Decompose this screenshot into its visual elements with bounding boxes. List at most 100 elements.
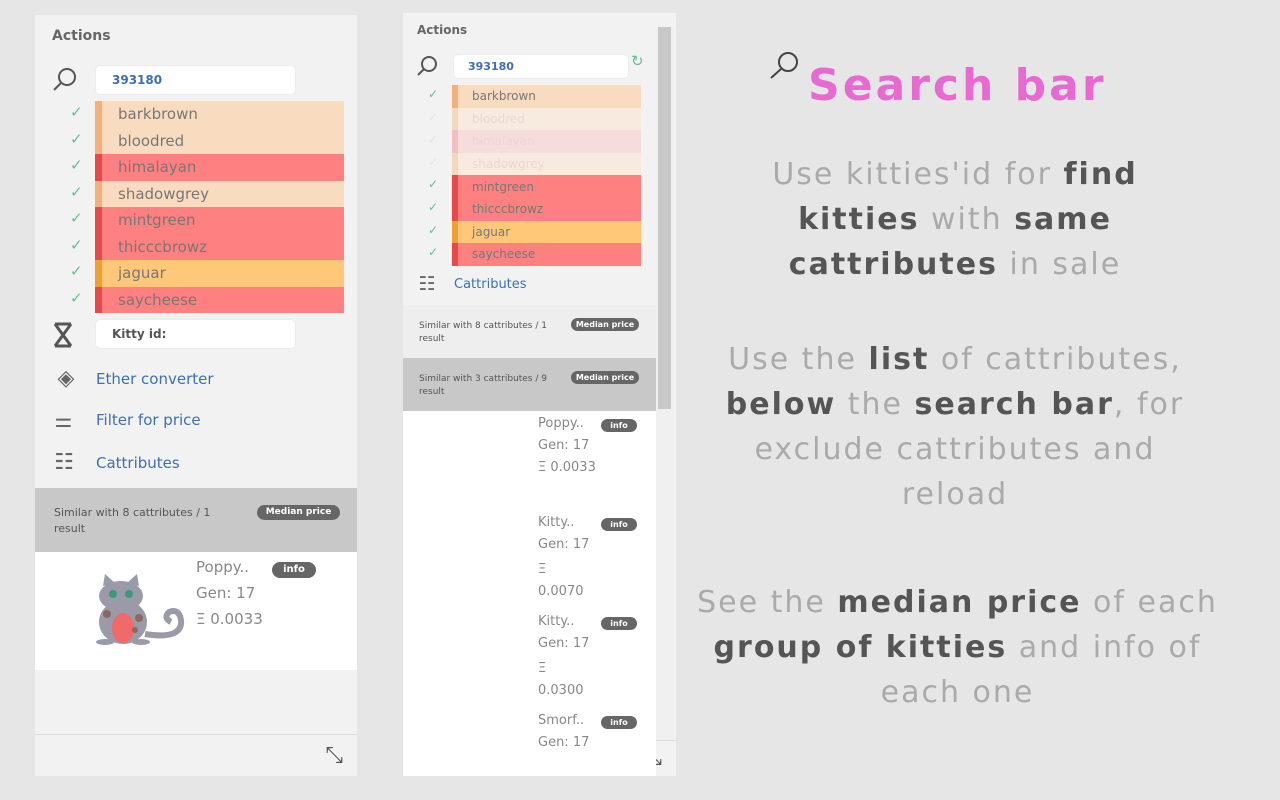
attribute-color-bar <box>95 101 102 128</box>
attribute-color-bar <box>95 207 102 234</box>
group-text: Similar with 3 cattributes / 9 result <box>419 374 547 397</box>
kitty-card[interactable]: Kitty.. Gen: 17 Ξ 0.0070 info <box>403 510 656 609</box>
similar-group[interactable]: Similar with 8 cattributes / 1 result Me… <box>35 488 357 552</box>
kitty-name: Kitty.. <box>538 614 575 629</box>
emphasis-text: search bar <box>914 387 1114 422</box>
cattributes-link[interactable]: ☷ Cattributes <box>415 273 526 295</box>
body-text: in sale <box>997 247 1122 282</box>
actions-panel-scrolled: Actions 393180 ↻ ☷Cattributes ▼ ⤡ ✓barkb… <box>403 13 676 776</box>
check-icon[interactable]: ✓ <box>70 130 83 148</box>
check-icon[interactable]: ✓ <box>428 110 438 124</box>
median-price-badge[interactable]: Median price <box>571 318 639 331</box>
attribute-item[interactable]: bloodred <box>452 107 641 131</box>
kitty-card[interactable]: Kitty.. Gen: 17 Ξ 0.0300 info <box>403 609 656 708</box>
attribute-color-bar <box>95 233 102 260</box>
attribute-label: thicccbrowz <box>118 237 207 256</box>
check-icon[interactable]: ✓ <box>70 183 83 201</box>
attribute-item[interactable]: himalayan <box>95 154 344 181</box>
info-button[interactable]: info <box>601 617 637 630</box>
attribute-item[interactable]: mintgreen <box>95 207 344 234</box>
check-icon[interactable]: ✓ <box>70 103 83 121</box>
body-text: See the <box>697 585 838 620</box>
attribute-color-bar <box>452 175 458 198</box>
check-icon[interactable]: ✓ <box>428 223 438 237</box>
panel-title: Actions <box>417 23 468 37</box>
ether-converter-label: Ether converter <box>96 369 214 388</box>
kitty-price: Ξ 0.0300 <box>538 661 584 698</box>
sliders-icon: ⚌ <box>54 408 73 432</box>
info-button[interactable]: info <box>601 716 637 729</box>
search-input[interactable]: 393180 <box>96 66 295 94</box>
median-price-badge[interactable]: Median price <box>571 371 639 384</box>
ethereum-icon: ◈ <box>57 366 75 391</box>
check-icon[interactable]: ✓ <box>428 155 438 169</box>
attribute-label: shadowgrey <box>118 184 209 203</box>
explainer-heading: Search bar <box>808 60 1107 111</box>
attribute-item[interactable]: thicccbrowz <box>95 233 344 260</box>
explainer-paragraph-2: Use the list of cattributes, below the s… <box>705 337 1205 517</box>
check-icon[interactable]: ✓ <box>428 200 438 214</box>
attribute-item[interactable]: jaguar <box>95 260 344 287</box>
info-button[interactable]: info <box>601 518 637 531</box>
attribute-label: mintgreen <box>118 211 196 230</box>
attribute-item[interactable]: barkbrown <box>95 101 344 128</box>
attribute-color-bar <box>452 85 458 108</box>
check-icon[interactable]: ✓ <box>70 209 83 227</box>
attribute-item[interactable]: saycheese <box>95 286 344 313</box>
filter-price-link[interactable]: ⚌ Filter for price <box>47 408 201 432</box>
collapse-icon[interactable]: ⤡ <box>325 743 343 768</box>
attribute-label: jaguar <box>472 224 511 239</box>
check-icon[interactable]: ✓ <box>428 132 438 146</box>
attribute-color-bar <box>95 154 102 181</box>
info-button[interactable]: info <box>272 562 316 578</box>
scrollbar-thumb[interactable] <box>658 27 671 409</box>
body-text: the <box>836 387 915 422</box>
check-icon[interactable]: ✓ <box>70 289 83 307</box>
attribute-item[interactable]: jaguar <box>452 220 641 244</box>
emphasis-text: group of kitties <box>713 630 1008 665</box>
similar-group[interactable]: Similar with 3 cattributes / 9 result Med… <box>403 358 656 411</box>
scrollbar[interactable]: ▼ <box>656 27 674 749</box>
attribute-item[interactable]: saycheese <box>452 243 641 266</box>
info-button[interactable]: info <box>601 419 637 432</box>
attribute-color-bar <box>95 260 102 287</box>
explainer-paragraph-3: See the median price of each group of ki… <box>690 580 1225 715</box>
search-icon[interactable] <box>51 67 79 93</box>
attribute-item[interactable]: barkbrown <box>452 85 641 108</box>
kitty-card[interactable]: Poppy.. Gen: 17 Ξ 0.0033 info <box>35 552 357 670</box>
emphasis-text: median price <box>837 585 1082 620</box>
kitty-id-input[interactable]: Kitty id: <box>96 320 295 348</box>
similar-group[interactable]: Similar with 8 cattributes / 1 result Med… <box>403 305 656 358</box>
attribute-item[interactable]: himalayan <box>452 130 641 153</box>
kitty-gen: Gen: 17 <box>196 584 256 602</box>
attribute-item[interactable]: bloodred <box>95 127 344 154</box>
ether-converter-link[interactable]: ◈ Ether converter <box>52 366 214 391</box>
body-text: of each <box>1081 585 1218 620</box>
refresh-icon[interactable]: ↻ <box>631 52 644 70</box>
attribute-label: himalayan <box>118 158 197 177</box>
cattributes-link[interactable]: ☷ Cattributes <box>50 450 180 475</box>
search-input[interactable]: 393180 <box>454 55 628 78</box>
check-icon[interactable]: ✓ <box>428 177 438 191</box>
attribute-item[interactable]: mintgreen <box>452 175 641 198</box>
check-icon[interactable]: ✓ <box>70 156 83 174</box>
attribute-color-bar <box>452 107 458 131</box>
kitty-name: Poppy.. <box>538 416 584 431</box>
attribute-item[interactable]: shadowgrey <box>95 180 344 207</box>
kitty-price: Ξ 0.0033 <box>538 460 596 475</box>
panel-title: Actions <box>52 28 111 44</box>
check-icon[interactable]: ✓ <box>428 87 438 101</box>
check-icon[interactable]: ✓ <box>428 245 438 259</box>
check-icon[interactable]: ✓ <box>70 236 83 254</box>
kitty-card[interactable]: Smorf.. Gen: 17 info <box>403 708 656 776</box>
search-icon[interactable] <box>415 55 439 77</box>
median-price-badge[interactable]: Median price <box>257 505 340 520</box>
attribute-item[interactable]: shadowgrey <box>452 152 641 176</box>
attribute-label: barkbrown <box>118 105 198 124</box>
group-text: Similar with 8 cattributes / 1 result <box>54 506 211 535</box>
attribute-label: barkbrown <box>472 89 536 104</box>
kitty-card[interactable]: Poppy.. Gen: 17 Ξ 0.0033 info <box>403 411 656 510</box>
attribute-item[interactable]: thicccbrowz <box>452 198 641 221</box>
check-icon[interactable]: ✓ <box>70 262 83 280</box>
attribute-color-bar <box>95 286 102 313</box>
